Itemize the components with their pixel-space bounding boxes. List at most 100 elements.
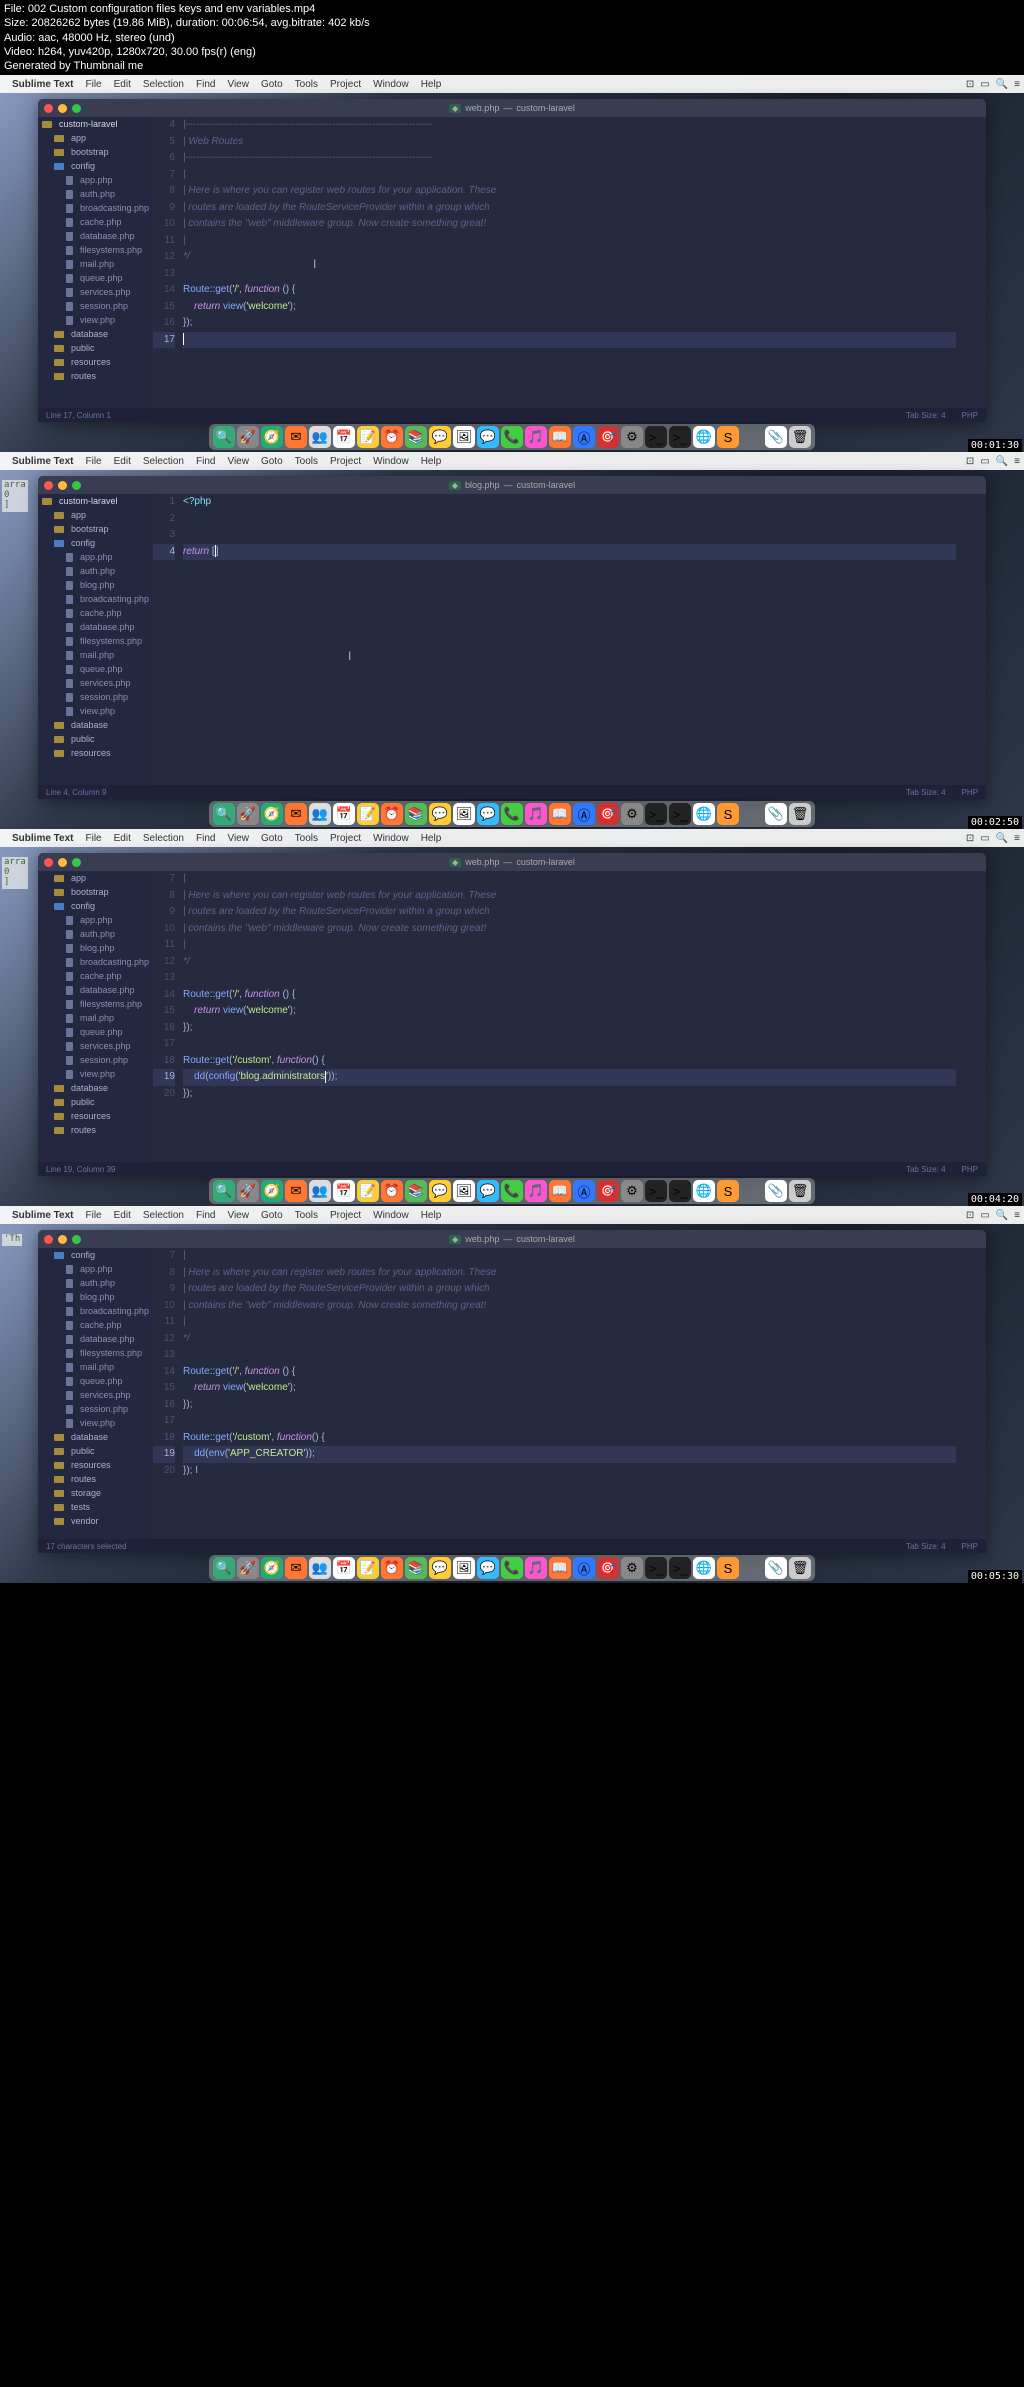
dock-app-icon[interactable]: 📎	[765, 426, 787, 448]
minimap[interactable]	[956, 871, 986, 1162]
wifi-icon[interactable]: ⊡	[966, 833, 974, 844]
menu-edit[interactable]: Edit	[114, 456, 131, 467]
sidebar-file-mail.php[interactable]: mail.php	[38, 1360, 153, 1374]
sidebar-file-filesystems.php[interactable]: filesystems.php	[38, 634, 153, 648]
code-line[interactable]: | Here is where you can register web rou…	[183, 1265, 956, 1282]
minimap[interactable]	[956, 117, 986, 408]
dock-app-icon[interactable]: 🧭	[261, 803, 283, 825]
search-icon[interactable]: 🔍	[996, 79, 1008, 90]
dock-app-icon[interactable]: 📎	[765, 1557, 787, 1579]
menu-file[interactable]: File	[86, 79, 102, 90]
dock-app-icon[interactable]: 💬	[477, 1557, 499, 1579]
close-button[interactable]	[44, 481, 53, 490]
dock-app-icon[interactable]: 📞	[501, 1557, 523, 1579]
sidebar-file-mail.php[interactable]: mail.php	[38, 648, 153, 662]
code-line[interactable]: });	[183, 1086, 956, 1103]
app-name[interactable]: Sublime Text	[12, 1210, 74, 1221]
dock-app-icon[interactable]: ⚙	[621, 1180, 643, 1202]
sidebar-file-app.php[interactable]: app.php	[38, 173, 153, 187]
dock-app-icon[interactable]: 🌐	[693, 1180, 715, 1202]
sidebar-file-view.php[interactable]: view.php	[38, 704, 153, 718]
dock-app-icon[interactable]: 👥	[309, 1180, 331, 1202]
menu-edit[interactable]: Edit	[114, 1210, 131, 1221]
menu-find[interactable]: Find	[196, 456, 215, 467]
code-line[interactable]	[183, 1036, 956, 1053]
sidebar-file-services.php[interactable]: services.php	[38, 676, 153, 690]
sidebar-folder-public[interactable]: public	[38, 1444, 153, 1458]
code-line[interactable]: | contains the "web" middleware group. N…	[183, 921, 956, 938]
dock-app-icon[interactable]: 🎵	[525, 426, 547, 448]
code-line[interactable]: | routes are loaded by the RouteServiceP…	[183, 904, 956, 921]
dock-app-icon[interactable]: ✉	[285, 426, 307, 448]
dock-app-icon[interactable]: 🗑	[789, 426, 811, 448]
sidebar-file-queue.php[interactable]: queue.php	[38, 1025, 153, 1039]
dock-app-icon[interactable]: 📎	[765, 803, 787, 825]
menu-help[interactable]: Help	[421, 79, 442, 90]
sidebar-file-session.php[interactable]: session.php	[38, 1053, 153, 1067]
dock-app-icon[interactable]: 🔍	[213, 426, 235, 448]
dock-app-icon[interactable]: 📅	[333, 1180, 355, 1202]
menu-selection[interactable]: Selection	[143, 833, 184, 844]
dock-app-icon[interactable]: 📞	[501, 426, 523, 448]
code-line[interactable]: });	[183, 315, 956, 332]
dock-app-icon[interactable]: ⚙	[621, 426, 643, 448]
dock-app-icon[interactable]: 💬	[429, 426, 451, 448]
code-line[interactable]	[183, 970, 956, 987]
sidebar-file-session.php[interactable]: session.php	[38, 299, 153, 313]
sidebar-file-app.php[interactable]: app.php	[38, 1262, 153, 1276]
dock-app-icon[interactable]: ⏰	[381, 1557, 403, 1579]
menu-file[interactable]: File	[86, 833, 102, 844]
dock-app-icon[interactable]: 💬	[477, 426, 499, 448]
status-tab-size[interactable]: Tab Size: 4	[906, 788, 946, 797]
menu-view[interactable]: View	[227, 79, 249, 90]
menu-tools[interactable]: Tools	[295, 79, 318, 90]
menu-view[interactable]: View	[227, 456, 249, 467]
code-line[interactable]: */	[183, 249, 956, 266]
dock-app-icon[interactable]: 🗑	[789, 1180, 811, 1202]
dock-app-icon[interactable]: 🖼	[453, 426, 475, 448]
app-name[interactable]: Sublime Text	[12, 456, 74, 467]
dock-app-icon[interactable]: 🖼	[453, 1180, 475, 1202]
code-line[interactable]: Route::get('/custom', function() {	[183, 1430, 956, 1447]
window-titlebar[interactable]: ◆ web.php — custom-laravel	[38, 1230, 986, 1248]
menu-project[interactable]: Project	[330, 456, 361, 467]
dock-app-icon[interactable]: 👥	[309, 426, 331, 448]
code-line[interactable]: Route::get('/', function () {	[183, 282, 956, 299]
sidebar-folder-database[interactable]: database	[38, 1081, 153, 1095]
dock-app-icon[interactable]: 📅	[333, 1557, 355, 1579]
menu-tools[interactable]: Tools	[295, 456, 318, 467]
sidebar-file-mail.php[interactable]: mail.php	[38, 257, 153, 271]
minimap[interactable]	[956, 494, 986, 785]
dock-app-icon[interactable]: 👥	[309, 803, 331, 825]
sidebar-folder-resources[interactable]: resources	[38, 1458, 153, 1472]
code-line[interactable]: | Web Routes	[183, 134, 956, 151]
dock-app-icon[interactable]: 💬	[477, 1180, 499, 1202]
code-content[interactable]: |---------------------------------------…	[183, 117, 956, 408]
sidebar-folder-public[interactable]: public	[38, 1095, 153, 1109]
code-line[interactable]: | routes are loaded by the RouteServiceP…	[183, 1281, 956, 1298]
sidebar-file-mail.php[interactable]: mail.php	[38, 1011, 153, 1025]
display-icon[interactable]: ▭	[980, 833, 989, 844]
menu-window[interactable]: Window	[373, 79, 409, 90]
menu-goto[interactable]: Goto	[261, 456, 283, 467]
code-line[interactable]: Route::get('/custom', function() {	[183, 1053, 956, 1070]
dock-app-icon[interactable]: 🚀	[237, 426, 259, 448]
dock-app-icon[interactable]: ⏰	[381, 803, 403, 825]
sidebar-file-broadcasting.php[interactable]: broadcasting.php	[38, 201, 153, 215]
dock-app-icon[interactable]: 📞	[501, 803, 523, 825]
code-line[interactable]	[183, 511, 956, 528]
search-icon[interactable]: 🔍	[996, 833, 1008, 844]
minimap[interactable]	[956, 1248, 986, 1539]
dock-app-icon[interactable]: 🎯	[597, 426, 619, 448]
dock-app-icon[interactable]: 📚	[405, 1557, 427, 1579]
code-line[interactable]: dd(config('blog.administrators'));	[183, 1069, 956, 1086]
sidebar-folder-bootstrap[interactable]: bootstrap	[38, 885, 153, 899]
dock-app-icon[interactable]: ⚙	[621, 803, 643, 825]
dock-app-icon[interactable]: 📝	[357, 426, 379, 448]
app-name[interactable]: Sublime Text	[12, 79, 74, 90]
sidebar-folder-routes[interactable]: routes	[38, 1123, 153, 1137]
sidebar-folder-database[interactable]: database	[38, 718, 153, 732]
code-line[interactable]: Route::get('/', function () {	[183, 987, 956, 1004]
dock-app-icon[interactable]: 🎯	[597, 803, 619, 825]
code-line[interactable]: dd(env('APP_CREATOR'));	[183, 1446, 956, 1463]
